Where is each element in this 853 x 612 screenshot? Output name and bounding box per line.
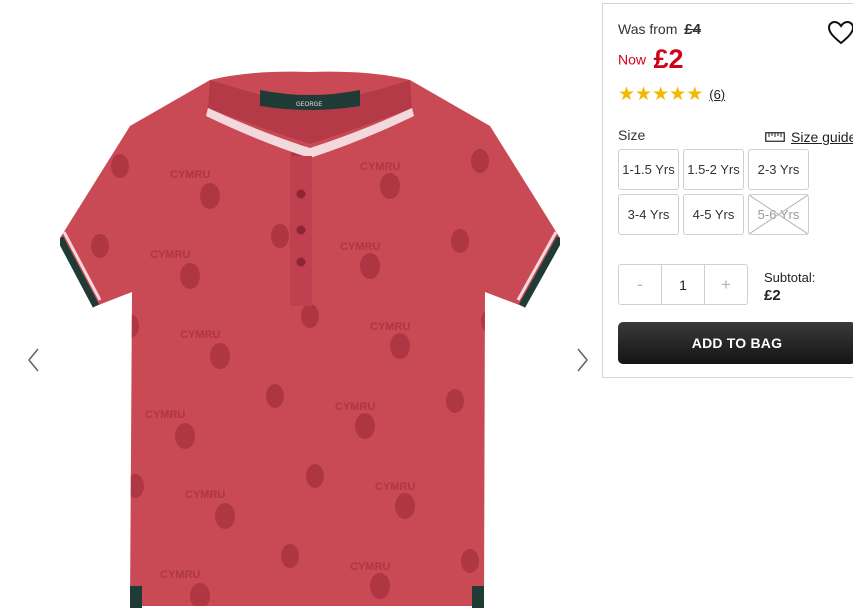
size-label: Size bbox=[618, 127, 646, 143]
subtotal-label: Subtotal: bbox=[764, 270, 816, 285]
size-guide-label: Size guide bbox=[791, 129, 853, 145]
star-icon: ★ bbox=[669, 84, 687, 105]
star-icon: ★ bbox=[652, 84, 670, 105]
svg-text:CYMRU: CYMRU bbox=[360, 161, 400, 173]
size-option[interactable]: 2-3 Yrs bbox=[748, 149, 809, 190]
size-option[interactable]: 4-5 Yrs bbox=[683, 194, 744, 235]
quantity-decrease-button[interactable]: - bbox=[619, 265, 661, 304]
heart-icon[interactable] bbox=[827, 20, 853, 46]
now-price: Now £2 bbox=[618, 44, 684, 75]
size-guide-link[interactable]: Size guide bbox=[765, 129, 853, 145]
brand-tag: GEORGE bbox=[296, 102, 322, 108]
star-icon: ★ bbox=[686, 84, 704, 105]
size-options: 1-1.5 Yrs 1.5-2 Yrs 2-3 Yrs 3-4 Yrs 4-5 … bbox=[618, 149, 809, 235]
unavailable-cross-icon bbox=[749, 195, 808, 234]
product-image: CYMRU CYMRU GEORGE bbox=[60, 71, 560, 608]
rating: ★ ★ ★ ★ ★ (6) bbox=[618, 85, 725, 104]
was-price: Was from £4 bbox=[618, 21, 701, 38]
ruler-icon bbox=[765, 132, 785, 142]
chevron-left-icon[interactable] bbox=[24, 346, 44, 374]
star-icon: ★ bbox=[635, 84, 653, 105]
size-option[interactable]: 1.5-2 Yrs bbox=[683, 149, 744, 190]
was-label: Was from bbox=[618, 21, 678, 37]
quantity-stepper: - 1 + bbox=[618, 264, 748, 305]
was-price-value: £4 bbox=[684, 21, 701, 38]
quantity-input[interactable]: 1 bbox=[661, 265, 705, 304]
subtotal: Subtotal: £2 bbox=[764, 269, 815, 305]
chevron-right-icon[interactable] bbox=[572, 346, 592, 374]
product-gallery: CYMRU CYMRU GEORGE bbox=[0, 0, 600, 612]
size-option[interactable]: 3-4 Yrs bbox=[618, 194, 679, 235]
quantity-increase-button[interactable]: + bbox=[705, 265, 747, 304]
now-label: Now bbox=[618, 51, 647, 68]
now-price-value: £2 bbox=[653, 44, 684, 74]
size-option-unavailable[interactable]: 5-6 Yrs bbox=[748, 194, 809, 235]
purchase-panel: Was from £4 Now £2 ★ ★ ★ ★ ★ (6) Size Si… bbox=[602, 3, 853, 378]
size-option[interactable]: 1-1.5 Yrs bbox=[618, 149, 679, 190]
svg-text:CYMRU: CYMRU bbox=[170, 169, 210, 181]
subtotal-amount: £2 bbox=[764, 287, 781, 304]
star-icon: ★ bbox=[618, 84, 636, 105]
review-count-link[interactable]: (6) bbox=[709, 87, 725, 102]
add-to-bag-button[interactable]: ADD TO BAG bbox=[618, 322, 853, 364]
